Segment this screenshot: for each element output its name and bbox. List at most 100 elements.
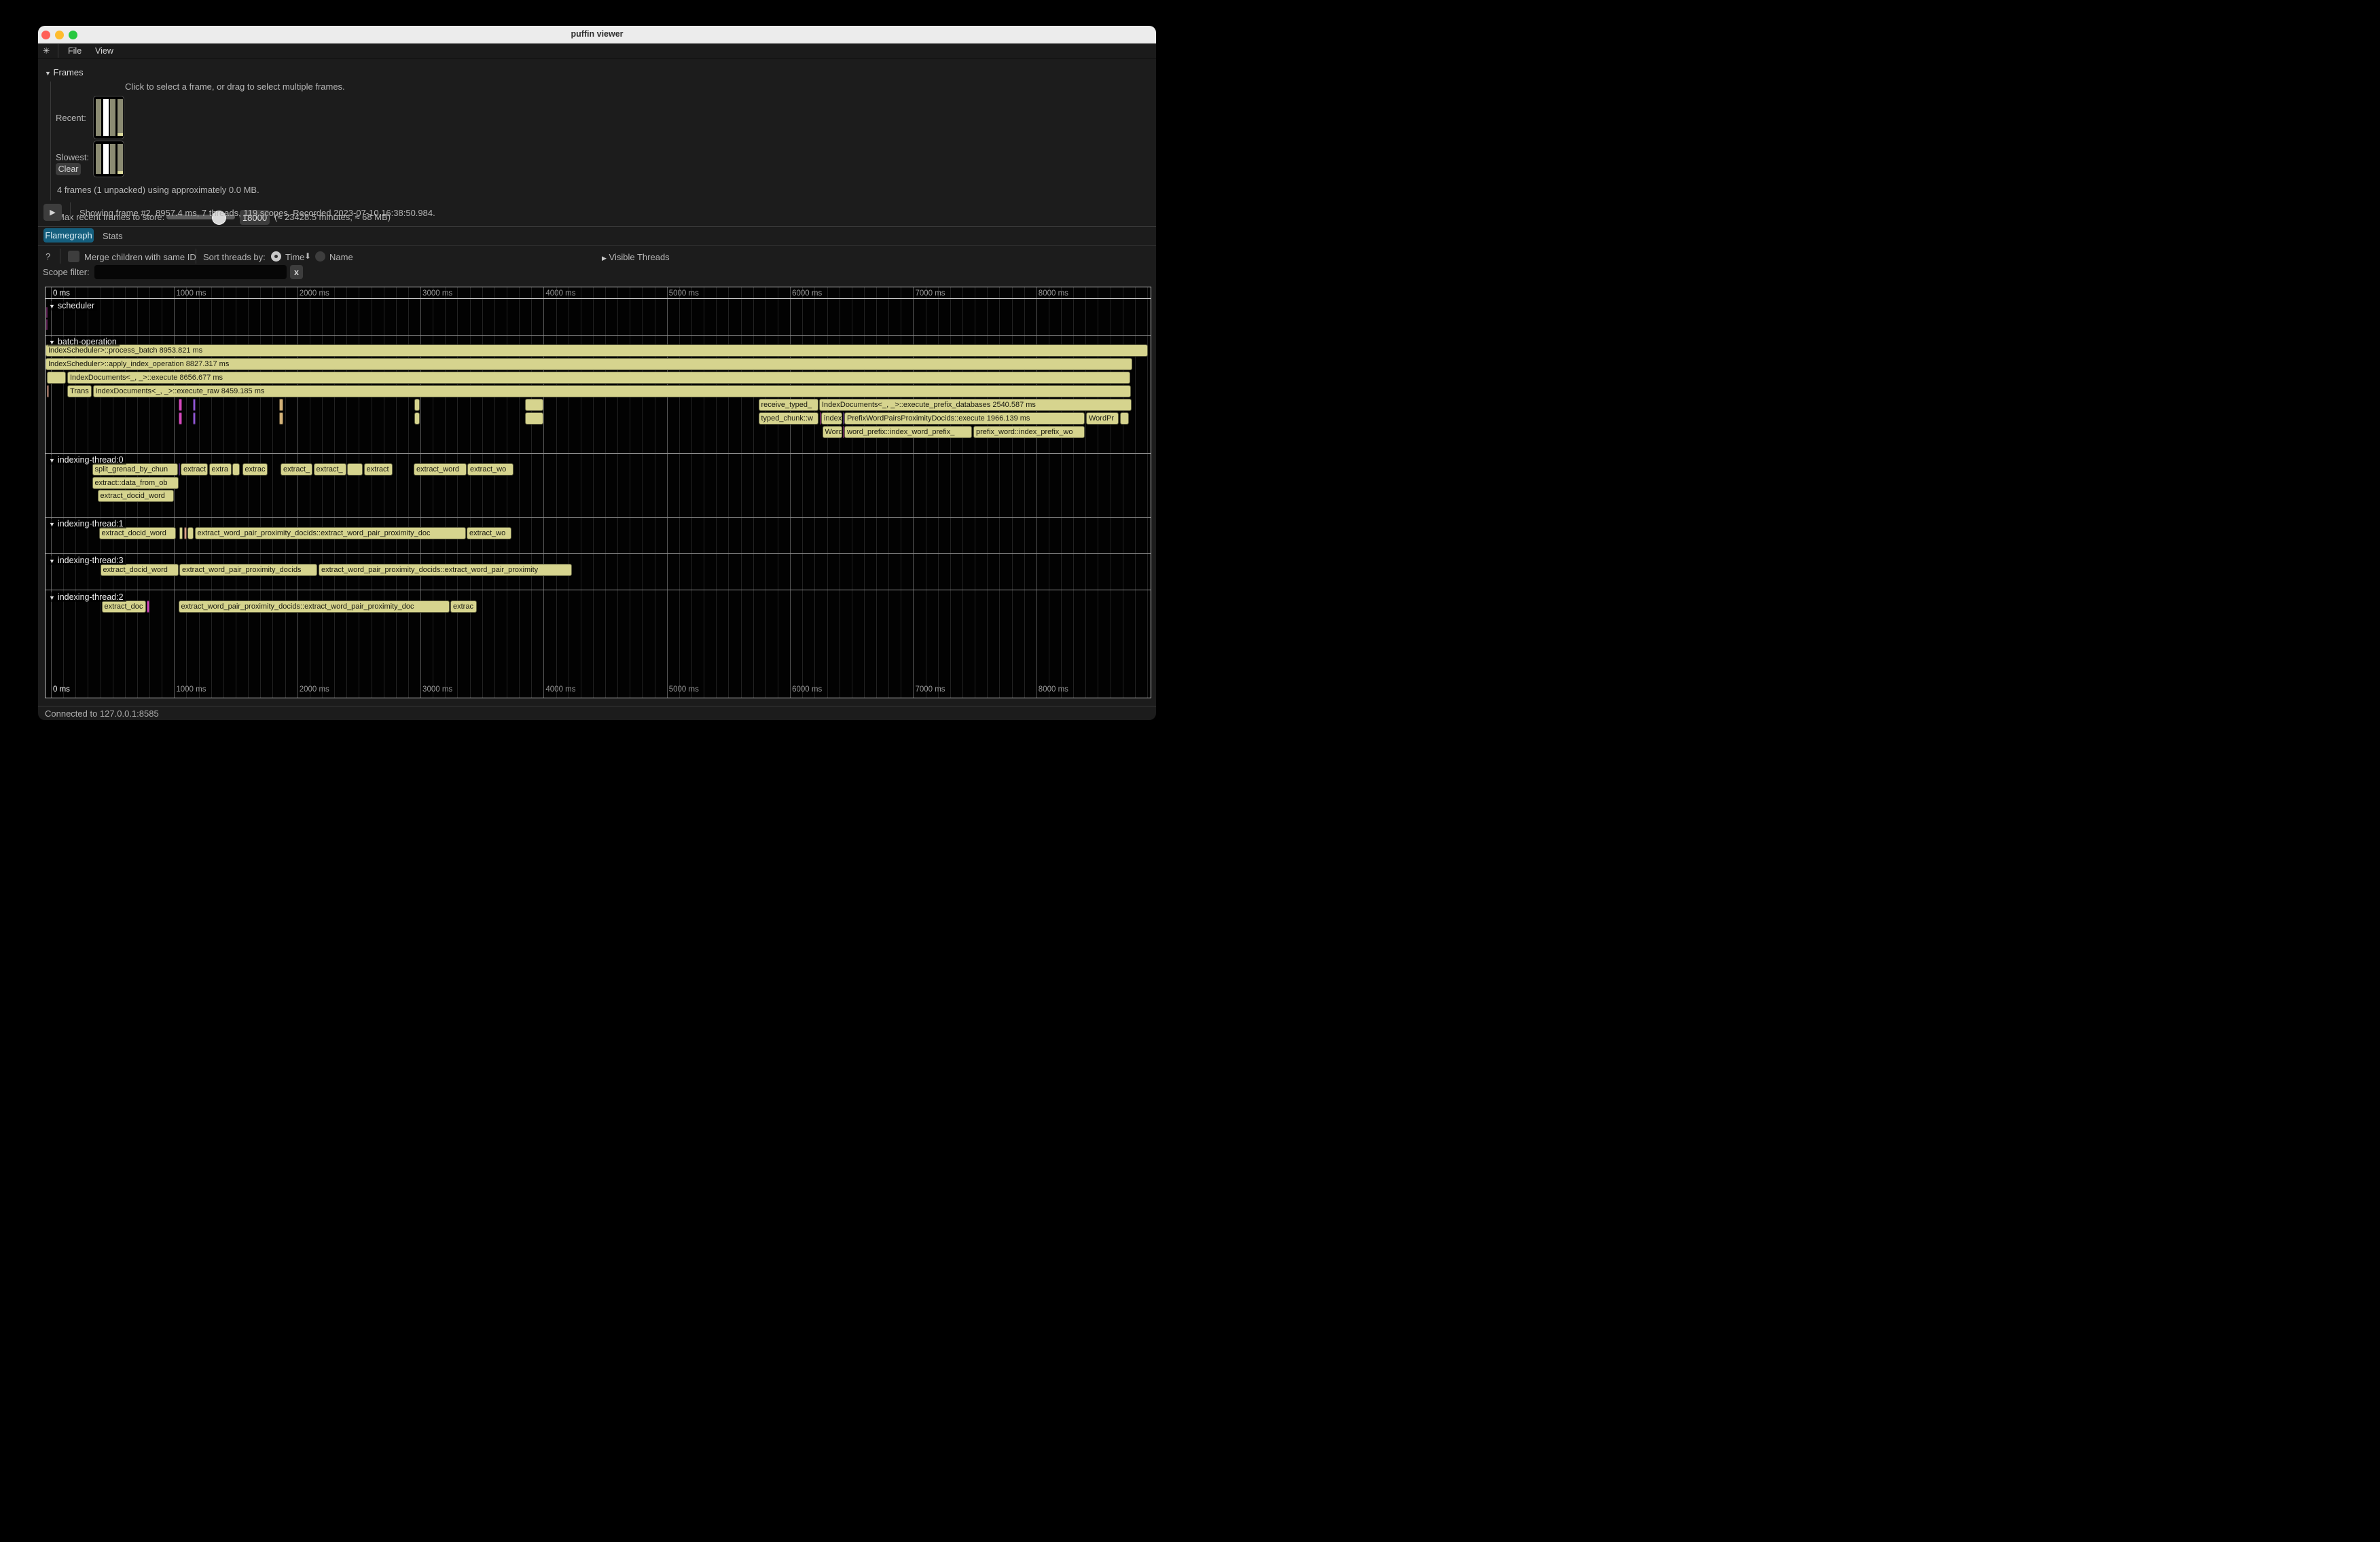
scope-bar[interactable]: typed_chunk::w <box>759 412 819 425</box>
scope-bar-small[interactable] <box>179 412 182 425</box>
scope-bar-small[interactable] <box>525 412 544 425</box>
axis-tick-label: 1000 ms <box>176 685 206 694</box>
sort-direction-down-icon[interactable]: ⬇ <box>304 251 311 261</box>
frames-section-header[interactable]: ▼ Frames <box>45 67 84 77</box>
thread-header[interactable]: ▼indexing-thread:3 <box>48 556 126 565</box>
scope-bar-small[interactable] <box>1120 412 1129 425</box>
scope-bar-small[interactable] <box>279 399 283 411</box>
axis-tick-label: 2000 ms <box>300 685 329 694</box>
scope-bar-small[interactable] <box>187 527 194 539</box>
scope-bar[interactable]: extract_docid_word <box>98 490 174 502</box>
scope-bar[interactable]: IndexDocuments<_, _>::execute_prefix_dat… <box>819 399 1132 411</box>
scope-bar-small[interactable] <box>179 463 181 476</box>
scope-bar[interactable]: IndexScheduler>::process_batch 8953.821 … <box>46 344 1148 357</box>
sort-by-name-label[interactable]: Name <box>329 252 353 262</box>
expand-triangle-icon: ▶ <box>602 255 607 262</box>
scope-bar[interactable]: split_grenad_by_chun <box>92 463 178 476</box>
scope-bar-small[interactable] <box>525 399 544 411</box>
frame-bar[interactable] <box>118 144 123 174</box>
menu-file[interactable]: File <box>68 46 82 56</box>
scope-bar-small[interactable] <box>347 463 363 476</box>
theme-sun-icon[interactable]: ✳ <box>43 46 50 56</box>
scope-bar-small[interactable] <box>193 399 196 411</box>
scope-bar[interactable]: extract <box>364 463 393 476</box>
thread-header[interactable]: ▼indexing-thread:0 <box>48 455 126 465</box>
scope-filter-label: Scope filter: <box>43 267 90 277</box>
sort-by-time-radio[interactable] <box>271 251 281 262</box>
scope-filter-clear-button[interactable]: x <box>290 265 303 279</box>
tab-flamegraph[interactable]: Flamegraph <box>43 228 94 243</box>
scope-bar[interactable]: Word <box>823 426 843 438</box>
scope-bar[interactable]: IndexDocuments<_, _>::execute 8656.677 m… <box>67 372 1130 384</box>
scope-bar[interactable]: extract_word <box>414 463 467 476</box>
scope-bar[interactable]: extract_word_pair_proximity_docids <box>179 564 317 576</box>
thread-header[interactable]: ▼indexing-thread:1 <box>48 519 126 528</box>
flamegraph-canvas[interactable]: 0 ms1000 ms2000 ms3000 ms4000 ms5000 ms6… <box>45 287 1151 698</box>
help-button[interactable]: ? <box>46 251 50 262</box>
scope-bar-small[interactable] <box>414 399 420 411</box>
scope-bar-small[interactable] <box>46 319 48 330</box>
sort-by-name-radio[interactable] <box>315 251 325 262</box>
scope-bar[interactable]: extract_wo <box>467 527 511 539</box>
frame-bar[interactable] <box>96 99 101 136</box>
scope-bar-small[interactable] <box>414 412 420 425</box>
recent-frames-thumbnail[interactable] <box>93 96 124 139</box>
scope-bar[interactable]: PrefixWordPairsProximityDocids::execute … <box>844 412 1085 425</box>
scope-bar[interactable]: word_prefix::index_word_prefix_ <box>844 426 972 438</box>
scope-bar[interactable]: extract_docid_word <box>99 527 177 539</box>
scope-bar[interactable]: index <box>821 412 842 425</box>
scope-bar-small[interactable] <box>184 527 187 539</box>
menu-view[interactable]: View <box>95 46 113 56</box>
thread-header[interactable]: ▼batch-operation <box>48 337 120 346</box>
scope-bar[interactable]: extract_ <box>314 463 346 476</box>
scope-filter-input[interactable] <box>94 265 287 279</box>
scope-bar[interactable]: IndexScheduler>::apply_index_operation 8… <box>46 358 1132 370</box>
play-button[interactable]: ▶ <box>43 204 62 221</box>
thread-separator <box>46 553 1151 554</box>
scope-bar[interactable]: extra <box>209 463 232 476</box>
scope-bar[interactable]: Trans <box>67 385 92 397</box>
frame-bar[interactable] <box>110 144 115 174</box>
scope-bar-small[interactable] <box>47 385 50 397</box>
frame-bar[interactable] <box>103 144 109 174</box>
scope-bar[interactable]: extract_word_pair_proximity_docids::extr… <box>319 564 572 576</box>
scope-bar-small[interactable] <box>193 412 196 425</box>
thread-separator <box>46 517 1151 518</box>
axis-tick-label: 4000 ms <box>545 685 575 694</box>
thread-header[interactable]: ▼scheduler <box>48 301 97 310</box>
scope-bar[interactable]: extract::data_from_ob <box>92 477 179 489</box>
thread-header[interactable]: ▼indexing-thread:2 <box>48 592 126 602</box>
frame-bar[interactable] <box>110 99 115 136</box>
scope-bar[interactable]: extract_word_pair_proximity_docids::extr… <box>179 600 450 613</box>
scope-bar[interactable]: extract_wo <box>467 463 513 476</box>
scope-bar-small[interactable] <box>47 372 67 384</box>
scope-bar[interactable]: extract_ <box>281 463 312 476</box>
sort-by-time-label[interactable]: Time <box>285 252 304 262</box>
tab-stats[interactable]: Stats <box>103 231 123 241</box>
scope-bar-small[interactable] <box>179 399 182 411</box>
merge-children-checkbox[interactable] <box>68 251 79 262</box>
scope-bar[interactable]: receive_typed_ <box>759 399 818 411</box>
frame-bar[interactable] <box>118 99 123 136</box>
scope-bar[interactable]: WordPr <box>1086 412 1119 425</box>
scope-bar[interactable]: extrac <box>450 600 477 613</box>
scope-bar-small[interactable] <box>232 463 240 476</box>
scope-bar[interactable]: extract_doc <box>102 600 147 613</box>
scope-bar-small[interactable] <box>147 600 150 613</box>
scope-bar[interactable]: IndexDocuments<_, _>::execute_raw 8459.1… <box>93 385 1131 397</box>
slowest-frames-thumbnail[interactable] <box>93 141 124 177</box>
scope-bar[interactable]: prefix_word::index_prefix_wo <box>973 426 1085 438</box>
clear-button[interactable]: Clear <box>56 163 81 175</box>
frame-bar[interactable] <box>103 99 109 136</box>
scope-bar-small[interactable] <box>179 527 183 539</box>
axis-tick-label: 3000 ms <box>422 289 452 298</box>
scope-bar[interactable]: extract_word_pair_proximity_docids::extr… <box>195 527 466 539</box>
merge-children-label[interactable]: Merge children with same ID <box>84 252 196 262</box>
scope-bar-small[interactable] <box>279 412 283 425</box>
scope-bar[interactable]: extrac <box>242 463 268 476</box>
scope-bar[interactable]: extract <box>181 463 208 476</box>
axis-tick-label: 5000 ms <box>669 289 699 298</box>
frame-bar[interactable] <box>96 144 101 174</box>
visible-threads-header[interactable]: ▶ Visible Threads <box>602 252 670 262</box>
scope-bar[interactable]: extract_docid_word <box>101 564 179 576</box>
